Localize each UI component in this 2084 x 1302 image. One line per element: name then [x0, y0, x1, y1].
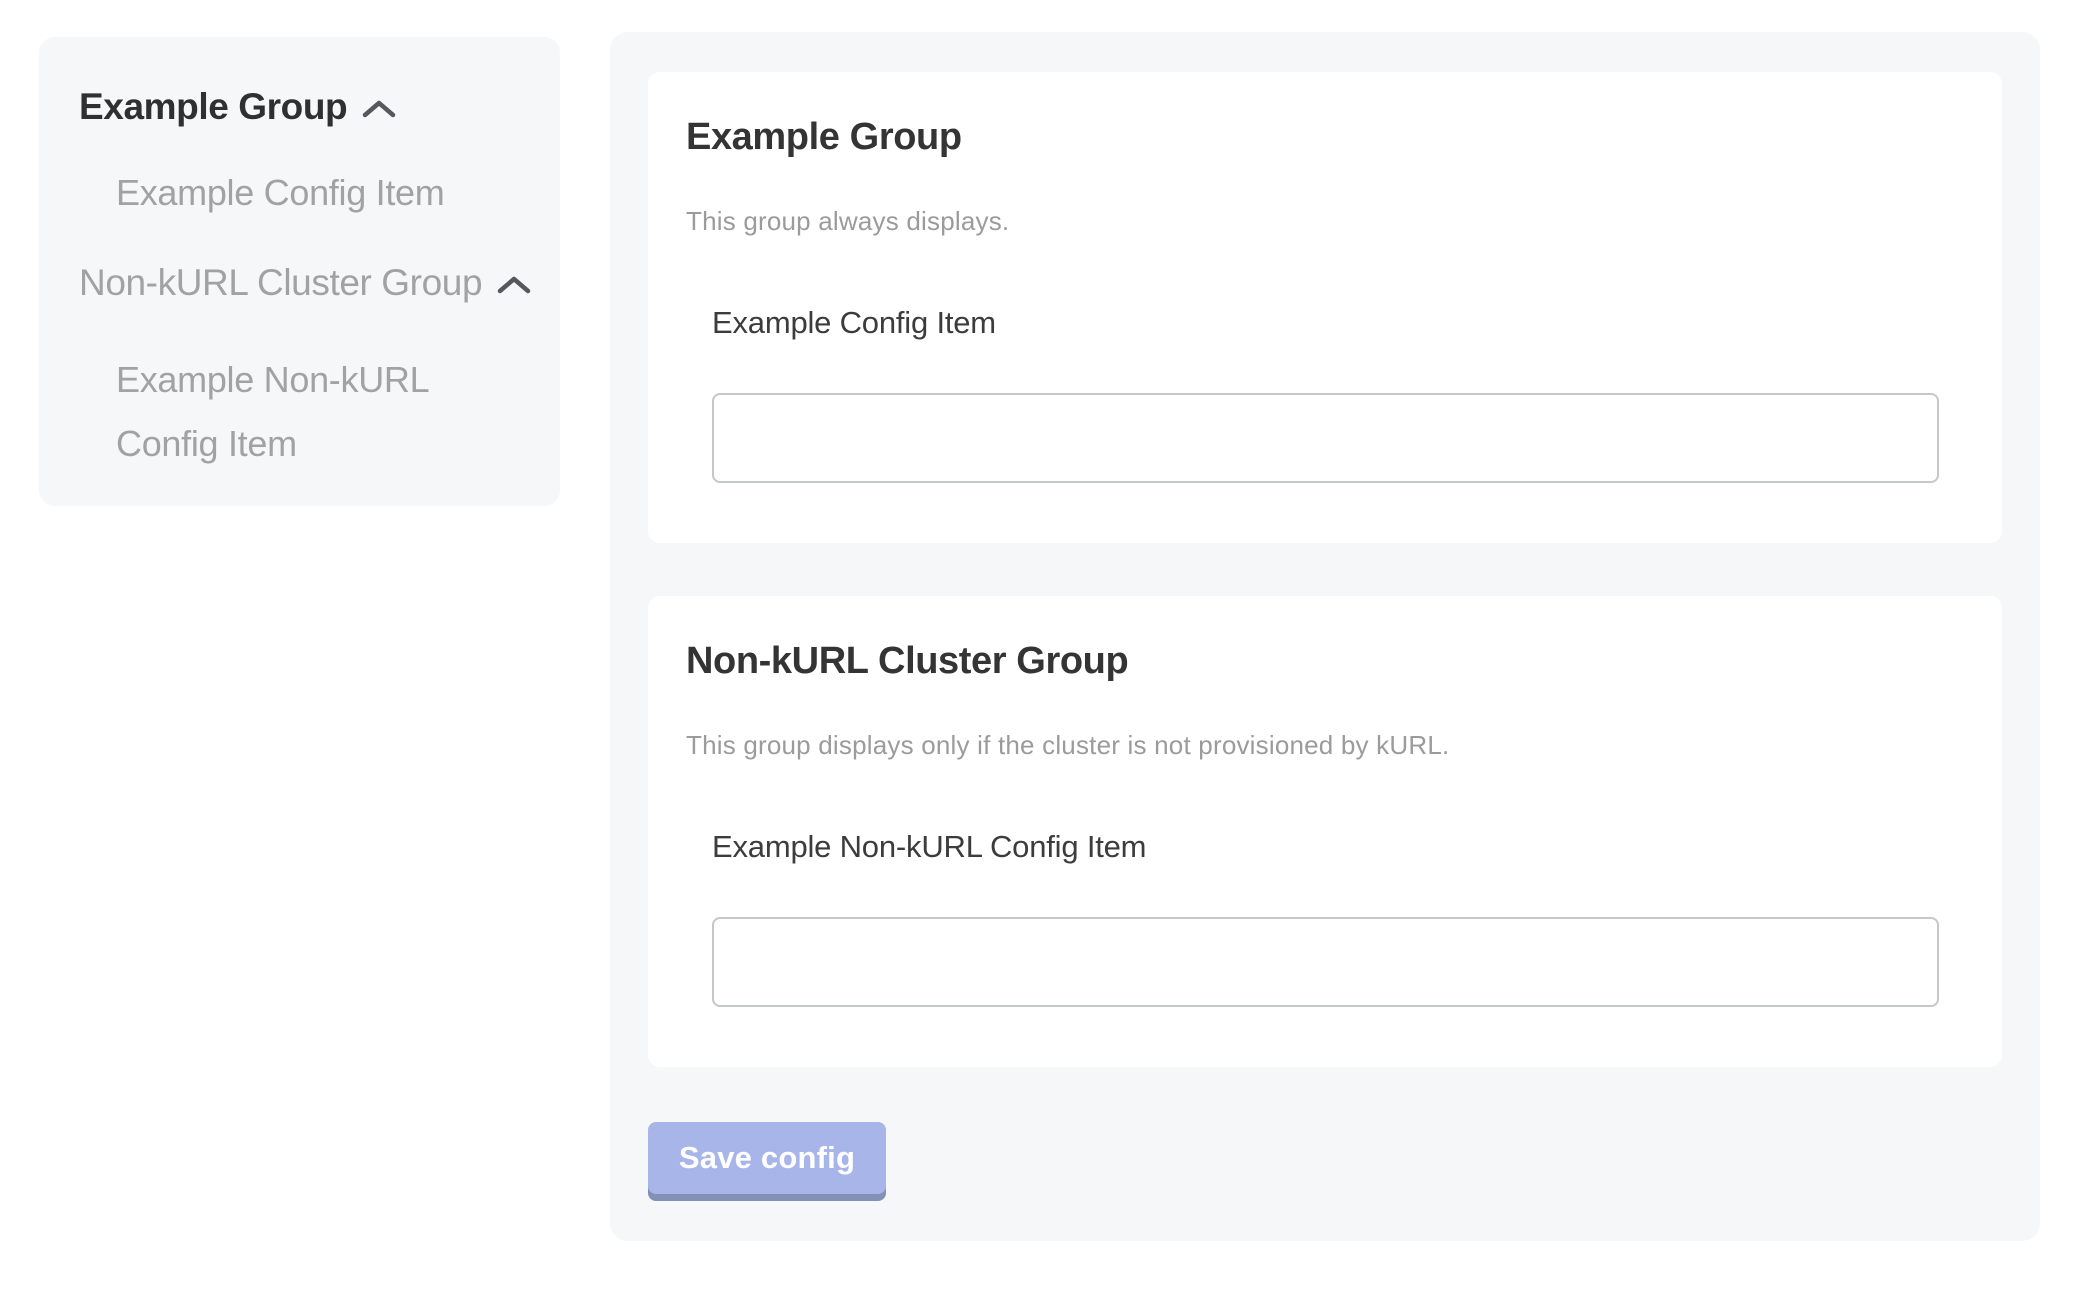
nav-group-non-kurl: Non-kURL Cluster Group Example Non-kURL …: [79, 260, 520, 476]
group-description: This group always displays.: [686, 204, 1964, 238]
nav-group-toggle-example-group[interactable]: Example Group: [79, 84, 520, 130]
config-item-label: Example Config Item: [712, 302, 1939, 344]
group-title: Example Group: [686, 114, 1964, 160]
config-item: Example Config Item: [712, 302, 1939, 483]
nav-item-example-non-kurl-config-item[interactable]: Example Non-kURL Config Item: [79, 348, 520, 476]
config-panel: Example Group This group always displays…: [610, 32, 2040, 1241]
chevron-up-icon: [496, 274, 532, 296]
chevron-up-icon: [361, 98, 397, 120]
nav-group-example: Example Group Example Config Item: [79, 84, 520, 216]
example-config-item-input[interactable]: [712, 393, 1939, 483]
group-title: Non-kURL Cluster Group: [686, 638, 1964, 684]
nav-group-label: Non-kURL Cluster Group: [79, 260, 482, 306]
example-non-kurl-config-item-input[interactable]: [712, 917, 1939, 1007]
nav-item-example-config-item[interactable]: Example Config Item: [79, 170, 520, 216]
nav-group-toggle-non-kurl-cluster-group[interactable]: Non-kURL Cluster Group: [79, 260, 520, 306]
save-config-button[interactable]: Save config: [648, 1122, 886, 1194]
config-item-label: Example Non-kURL Config Item: [712, 826, 1939, 868]
config-group-card-non-kurl-cluster-group: Non-kURL Cluster Group This group displa…: [648, 596, 2002, 1067]
config-nav-sidebar: Example Group Example Config Item Non-kU…: [39, 37, 560, 506]
nav-group-label: Example Group: [79, 84, 347, 130]
config-group-card-example-group: Example Group This group always displays…: [648, 72, 2002, 543]
config-item: Example Non-kURL Config Item: [712, 826, 1939, 1007]
group-description: This group displays only if the cluster …: [686, 728, 1964, 762]
